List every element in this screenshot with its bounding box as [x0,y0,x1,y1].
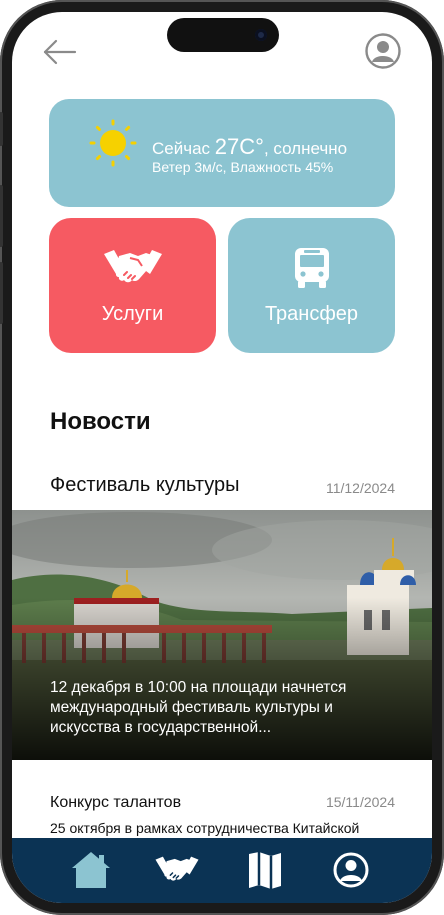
mute-switch [0,112,3,146]
news-item-date: 11/12/2024 [325,480,395,496]
sun-icon [89,119,137,167]
map-icon [249,852,281,889]
handshake-icon [103,250,162,283]
news-item-title[interactable]: Конкурс талантов [50,794,181,812]
weather-summary: Сейчас 27C°, солнечно [152,134,347,160]
transfer-tile[interactable]: Трансфер [228,218,395,353]
phone-frame: Сейчас 27C°, солнечно Ветер 3м/с, Влажно… [0,0,444,915]
profile-button[interactable] [364,32,402,70]
back-button[interactable] [42,36,78,68]
user-circle-icon [365,33,401,69]
arrow-left-icon [43,39,77,65]
handshake-icon [155,856,199,881]
services-tile[interactable]: Услуги [49,218,216,353]
tab-profile[interactable] [328,850,374,890]
news-item-title[interactable]: Фестиваль культуры [50,474,240,497]
news-item-caption: 12 декабря в 10:00 на площади начнется м… [50,679,347,736]
front-camera [255,29,267,41]
services-label: Услуги [101,303,164,325]
bottom-tab-bar [12,838,432,903]
tab-services[interactable] [154,850,200,890]
tab-map[interactable] [242,850,288,890]
weather-condition: , солнечно [263,139,348,158]
profile-icon [333,852,369,888]
weather-temperature: 27C° [214,134,264,159]
home-icon [72,852,110,888]
volume-down-button [0,262,3,324]
weather-prefix: Сейчас [152,139,211,158]
weather-details: Ветер 3м/с, Влажность 45% [152,159,334,175]
weather-card: Сейчас 27C°, солнечно Ветер 3м/с, Влажно… [49,99,395,207]
news-item-image[interactable]: 12 декабря в 10:00 на площади начнется м… [12,510,432,760]
app-screen: Сейчас 27C°, солнечно Ветер 3м/с, Влажно… [12,12,432,903]
tab-home[interactable] [68,850,114,890]
dynamic-island [167,18,279,52]
news-item-snippet: 25 октября в рамках сотрудничества Китай… [50,820,360,836]
news-item-date: 15/11/2024 [325,794,395,810]
news-heading: Новости [50,408,151,435]
transfer-label: Трансфер [264,303,359,325]
volume-up-button [0,185,3,247]
bus-icon [294,248,329,288]
